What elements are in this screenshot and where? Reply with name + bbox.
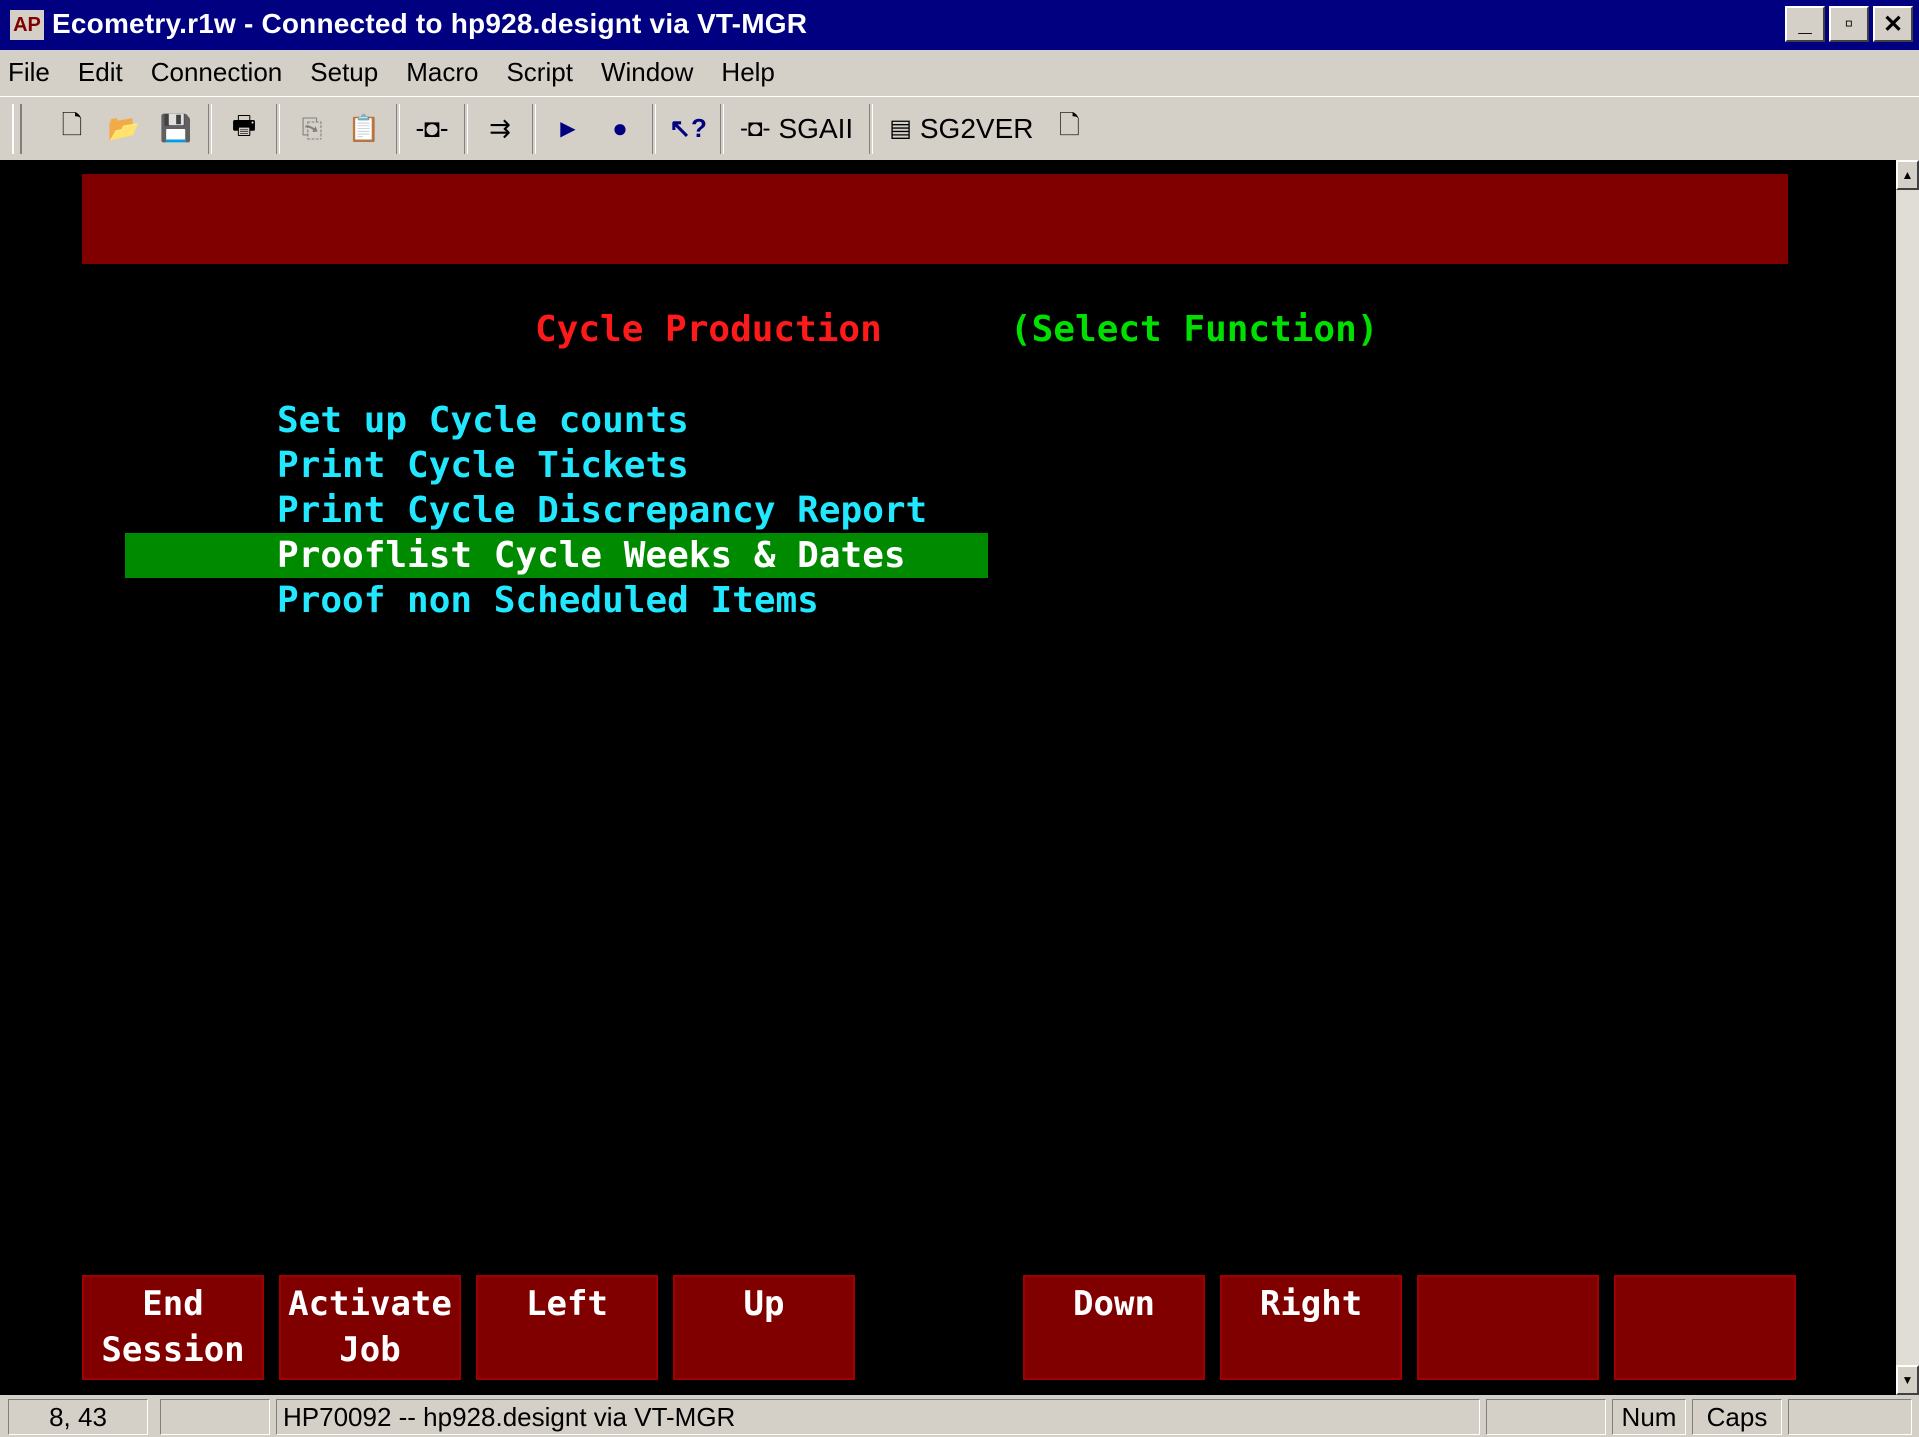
fkey-label-line1: Down xyxy=(1073,1284,1155,1324)
toolbar-separator xyxy=(396,103,400,154)
menu-item-label: Prooflist Cycle Weeks & Dates xyxy=(277,535,906,576)
fkey-label-line2: Session xyxy=(101,1330,245,1370)
menu-item-label: Print Cycle Discrepancy Report xyxy=(277,490,928,531)
vertical-scrollbar[interactable]: ▲ ▼ xyxy=(1896,160,1919,1395)
menu-file[interactable]: File xyxy=(8,57,50,88)
open-folder-icon[interactable]: 📂 xyxy=(102,107,146,151)
fkey-7-blank[interactable] xyxy=(1417,1275,1599,1380)
menu-item-print-cycle-tickets[interactable]: Print Cycle Tickets xyxy=(125,443,988,488)
title-bar: AP Ecometry.r1w - Connected to hp928.des… xyxy=(0,0,1919,50)
save-icon[interactable]: 💾 xyxy=(154,107,198,151)
connect-icon: -◘- xyxy=(740,114,771,142)
fkey-label-line1: Up xyxy=(743,1284,785,1324)
sg2ver-button[interactable]: ▤ SG2VER xyxy=(883,107,1039,151)
fkey-8-blank[interactable] xyxy=(1614,1275,1796,1380)
context-help-icon[interactable]: ↖? xyxy=(666,107,710,151)
menu-item-print-discrepancy-report[interactable]: Print Cycle Discrepancy Report xyxy=(125,488,988,533)
sg2ver-label: SG2VER xyxy=(919,112,1034,144)
menu-item-label: Print Cycle Tickets xyxy=(277,445,689,486)
maximize-button[interactable]: ▫ xyxy=(1829,6,1869,42)
terminal-banner xyxy=(82,174,1788,264)
menu-script[interactable]: Script xyxy=(506,57,572,88)
screen-subtitle: (Select Function) xyxy=(1010,309,1379,350)
toolbar-separator xyxy=(208,103,212,154)
toolbar-separator xyxy=(532,103,536,154)
fkey-up[interactable]: Up xyxy=(673,1275,855,1380)
toolbar-grip[interactable] xyxy=(12,103,22,154)
record-macro-icon[interactable]: ● xyxy=(598,107,642,151)
toolbar: 🗋 📂 💾 🖶 ⎘ 📋 -◘- ⇉ ▶ ● ↖? -◘- SGAII ▤ SG2… xyxy=(0,96,1919,160)
menu-bar: File Edit Connection Setup Macro Script … xyxy=(0,50,1919,94)
num-lock-indicator: Num xyxy=(1612,1399,1686,1435)
menu-macro[interactable]: Macro xyxy=(406,57,478,88)
fkey-label-line1: End xyxy=(142,1284,204,1324)
fkey-end-session[interactable]: End Session xyxy=(82,1275,264,1380)
terminal-screen[interactable]: Cycle Production (Select Function) Set u… xyxy=(0,160,1896,1395)
session-icon: ▤ xyxy=(889,115,912,142)
fkey-right[interactable]: Right xyxy=(1220,1275,1402,1380)
document-icon[interactable]: 🗋 xyxy=(1047,107,1091,151)
scroll-down-arrow-icon[interactable]: ▼ xyxy=(1896,1365,1919,1395)
status-bar: 8, 43 HP70092 -- hp928.designt via VT-MG… xyxy=(0,1395,1919,1437)
play-macro-icon[interactable]: ▶ xyxy=(546,107,590,151)
menu-item-prooflist-weeks-dates[interactable]: Prooflist Cycle Weeks & Dates xyxy=(125,533,988,578)
connection-status: HP70092 -- hp928.designt via VT-MGR xyxy=(276,1399,1480,1435)
menu-item-proof-non-scheduled[interactable]: Proof non Scheduled Items xyxy=(125,578,988,623)
print-icon[interactable]: 🖶 xyxy=(222,107,266,151)
scroll-up-arrow-icon[interactable]: ▲ xyxy=(1896,160,1919,190)
menu-edit[interactable]: Edit xyxy=(78,57,123,88)
fkey-activate-job[interactable]: Activate Job xyxy=(279,1275,461,1380)
paste-icon[interactable]: 📋 xyxy=(342,107,386,151)
copy-icon[interactable]: ⎘ xyxy=(290,107,334,151)
cursor-position: 8, 43 xyxy=(8,1399,148,1435)
toolbar-separator xyxy=(869,103,874,154)
sgaii-button[interactable]: -◘- SGAII xyxy=(734,107,859,151)
window-controls: _ ▫ ✕ xyxy=(1785,6,1913,42)
menu-help[interactable]: Help xyxy=(721,57,774,88)
toolbar-separator xyxy=(464,103,468,154)
send-file-icon[interactable]: ⇉ xyxy=(478,107,522,151)
status-pane-empty xyxy=(1788,1399,1912,1435)
status-pane-empty xyxy=(1486,1399,1606,1435)
fkey-label-line1: Activate xyxy=(288,1284,452,1324)
fkey-label-line2: Job xyxy=(339,1330,401,1370)
toolbar-separator xyxy=(720,103,724,154)
toolbar-separator xyxy=(276,103,280,154)
fkey-left[interactable]: Left xyxy=(476,1275,658,1380)
status-pane-empty xyxy=(160,1399,270,1435)
minimize-button[interactable]: _ xyxy=(1785,6,1825,42)
menu-window[interactable]: Window xyxy=(601,57,693,88)
close-button[interactable]: ✕ xyxy=(1873,6,1913,42)
menu-connection[interactable]: Connection xyxy=(151,57,283,88)
fkey-label-line1: Right xyxy=(1259,1284,1363,1324)
screen-title: Cycle Production xyxy=(535,309,882,350)
fkey-down[interactable]: Down xyxy=(1023,1275,1205,1380)
menu-item-setup-cycle-counts[interactable]: Set up Cycle counts xyxy=(125,398,988,443)
caps-lock-indicator: Caps xyxy=(1692,1399,1782,1435)
sgaii-label: SGAII xyxy=(778,112,854,144)
menu-item-label: Proof non Scheduled Items xyxy=(277,580,819,621)
app-icon[interactable]: AP xyxy=(10,10,44,40)
window-title: Ecometry.r1w - Connected to hp928.design… xyxy=(52,8,808,39)
menu-setup[interactable]: Setup xyxy=(310,57,378,88)
menu-item-label: Set up Cycle counts xyxy=(277,400,689,441)
connect-icon[interactable]: -◘- xyxy=(410,107,454,151)
new-file-icon[interactable]: 🗋 xyxy=(50,107,94,151)
fkey-label-line1: Left xyxy=(526,1284,608,1324)
toolbar-separator xyxy=(652,103,656,154)
